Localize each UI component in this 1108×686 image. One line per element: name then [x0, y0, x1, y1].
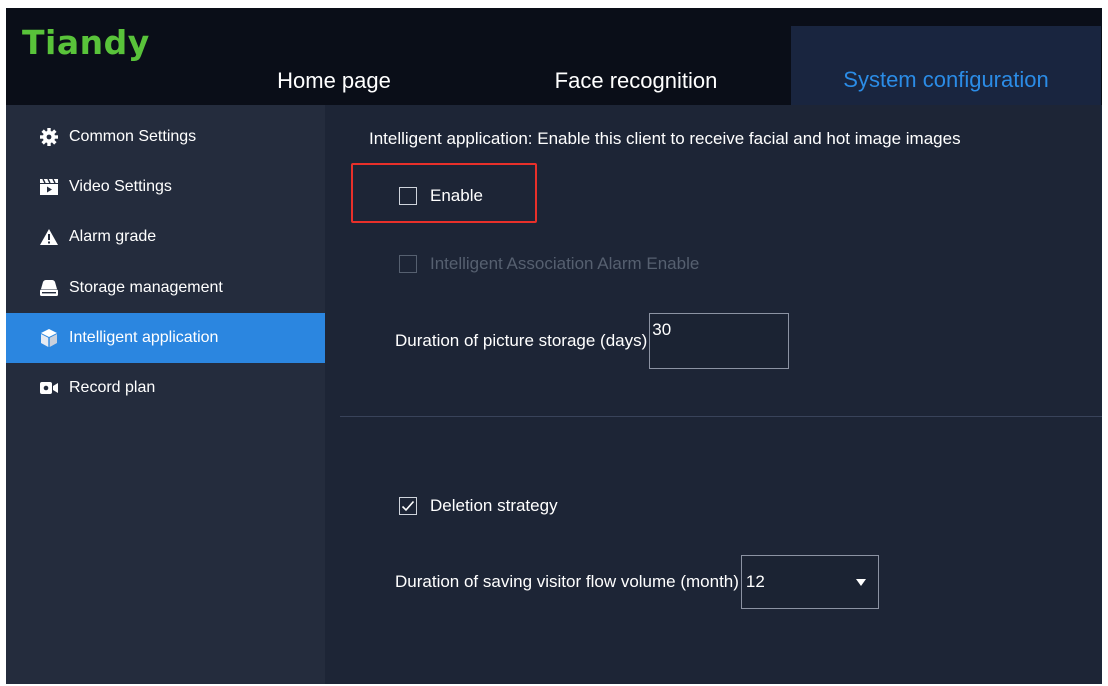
sidebar-item-label: Record plan	[69, 379, 156, 396]
sidebar-item-record-plan[interactable]: Record plan	[6, 363, 325, 413]
visitor-flow-value: 12	[745, 572, 765, 591]
sidebar-item-label: Intelligent application	[69, 329, 219, 346]
sidebar-item-video-settings[interactable]: Video Settings	[6, 162, 325, 212]
deletion-strategy-checkbox[interactable]	[399, 497, 417, 515]
chevron-down-icon[interactable]	[855, 578, 866, 586]
visitor-flow-select[interactable]: 12	[740, 555, 879, 609]
sidebar-item-common-settings[interactable]: Common Settings	[6, 112, 325, 162]
deletion-strategy-checkbox-row[interactable]: Deletion strategy	[399, 496, 558, 516]
association-alarm-label: Intelligent Association Alarm Enable	[430, 254, 700, 273]
settings-panel: Intelligent application: Enable this cli…	[325, 105, 1102, 684]
picture-storage-label: Duration of picture storage (days)	[395, 331, 648, 350]
picture-storage-input[interactable]: 30	[649, 313, 790, 369]
association-alarm-checkbox-row: Intelligent Association Alarm Enable	[399, 254, 699, 274]
enable-label: Enable	[430, 186, 483, 205]
header: Tiandy Home page Face recognition System…	[6, 8, 1102, 105]
sidebar-item-label: Storage management	[69, 279, 223, 296]
visitor-flow-row: Duration of saving visitor flow volume (…	[395, 555, 879, 609]
tab-home-page[interactable]: Home page	[264, 56, 404, 105]
deletion-strategy-label: Deletion strategy	[430, 496, 558, 515]
visitor-flow-label: Duration of saving visitor flow volume (…	[395, 572, 739, 591]
checkmark-icon	[401, 500, 415, 512]
sidebar-item-label: Common Settings	[69, 128, 197, 145]
tab-system-configuration[interactable]: System configuration	[791, 26, 1101, 105]
storage-icon	[39, 278, 59, 298]
sidebar-item-storage-management[interactable]: Storage management	[6, 263, 325, 313]
brand-logo: Tiandy	[22, 23, 150, 62]
gear-icon	[39, 127, 59, 147]
association-alarm-checkbox	[399, 255, 417, 273]
sidebar-item-label: Alarm grade	[69, 228, 157, 245]
sidebar-item-intelligent-application[interactable]: Intelligent application	[6, 313, 325, 363]
cube-icon	[39, 328, 59, 348]
tab-face-recognition[interactable]: Face recognition	[526, 56, 746, 105]
enable-checkbox-row[interactable]: Enable	[399, 186, 483, 206]
section-divider	[340, 416, 1102, 417]
section-description: Intelligent application: Enable this cli…	[369, 129, 961, 148]
sidebar: Common Settings Video Settings Alarm gra…	[6, 105, 325, 684]
enable-checkbox[interactable]	[399, 187, 417, 205]
clapperboard-icon	[39, 177, 59, 197]
warning-icon	[39, 227, 59, 247]
camera-icon	[39, 378, 59, 398]
sidebar-item-label: Video Settings	[69, 178, 172, 195]
picture-storage-row: Duration of picture storage (days) 30	[395, 313, 790, 369]
sidebar-item-alarm-grade[interactable]: Alarm grade	[6, 212, 325, 262]
app-window: Tiandy Home page Face recognition System…	[6, 8, 1102, 684]
